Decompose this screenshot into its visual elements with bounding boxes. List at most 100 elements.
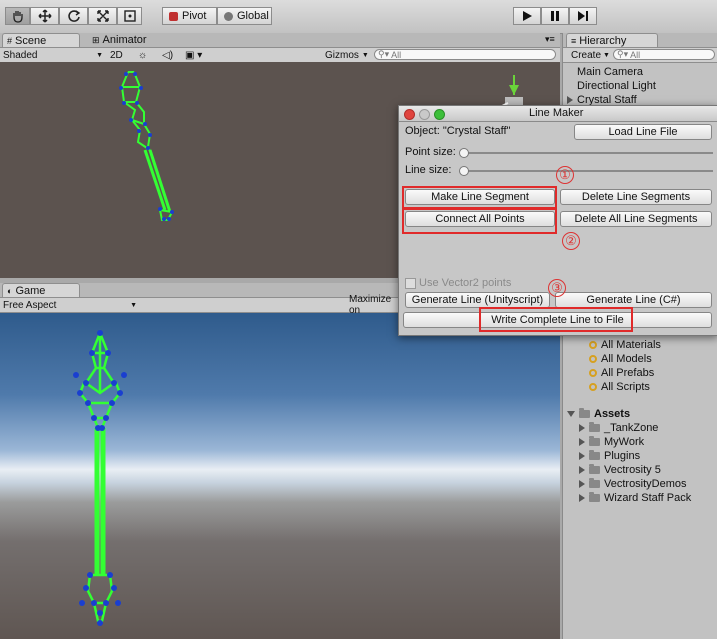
chevron-down-icon: ▼ [96, 51, 103, 59]
expand-arrow-icon[interactable] [567, 96, 573, 104]
expand-arrow-icon[interactable] [579, 424, 585, 432]
load-line-file-button[interactable]: Load Line File [574, 124, 712, 140]
checkbox-box[interactable] [405, 277, 416, 289]
folder-label: VectrosityDemos [604, 478, 687, 490]
shading-mode-dropdown[interactable]: Shaded ▼ [3, 48, 103, 62]
expand-arrow-icon[interactable] [579, 494, 585, 502]
animator-tab-label: Animator [102, 34, 147, 46]
tab-hierarchy[interactable]: ≡ Hierarchy [566, 33, 658, 47]
hierarchy-item-directional-light[interactable]: Directional Light [577, 80, 656, 92]
folder-label: Plugins [604, 450, 641, 462]
use-vector2-label: Use Vector2 points [419, 277, 512, 289]
favorite-all-prefabs[interactable]: All Prefabs [589, 367, 654, 379]
hierarchy-search-input[interactable]: ⚲▾ All [613, 49, 715, 60]
scene-tab-label: Scene [15, 34, 47, 47]
favorite-all-scripts[interactable]: All Scripts [589, 381, 650, 393]
scene-tab-icon: # [7, 35, 13, 46]
aspect-value: Free Aspect [3, 299, 57, 311]
line-size-slider[interactable] [461, 170, 713, 172]
delete-all-segments-label: Delete All Line Segments [574, 213, 698, 225]
assets-label: Assets [594, 408, 631, 420]
line-size-label: Line size: [405, 164, 452, 176]
load-button-label: Load Line File [608, 126, 678, 138]
expand-arrow-icon[interactable] [579, 466, 585, 474]
2d-mode-toggle[interactable]: 2D [110, 48, 130, 62]
chevron-down-icon: ▼ [130, 301, 137, 309]
hierarchy-controlbar: Create ▼ ⚲▾ All [563, 48, 717, 63]
create-dropdown[interactable]: Create ▼ [571, 48, 611, 62]
asset-folder-mywork[interactable]: MyWork [579, 436, 644, 448]
scene-search-input[interactable]: ⚲▾ All [374, 49, 556, 60]
step-icon [578, 11, 588, 21]
point-size-slider[interactable] [461, 152, 713, 154]
delete-all-line-segments-button[interactable]: Delete All Line Segments [560, 211, 712, 227]
aspect-dropdown[interactable]: Free Aspect ▼ [3, 298, 137, 312]
asset-folder-tankzone[interactable]: _TankZone [579, 422, 658, 434]
search-favorite-icon [589, 341, 597, 349]
pause-button[interactable] [541, 7, 569, 25]
scene-orientation-gizmo [499, 75, 523, 109]
delete-line-segments-button[interactable]: Delete Line Segments [560, 189, 712, 205]
marker-1: ① [556, 166, 574, 184]
move-tool-button[interactable] [30, 7, 59, 25]
folder-icon [589, 464, 600, 474]
audio-toggle[interactable]: ◁) [162, 48, 176, 62]
main-toolbar: Pivot Global [0, 0, 717, 34]
rect-icon [123, 10, 136, 22]
scale-tool-button[interactable] [88, 7, 117, 25]
asset-folder-vectrositydemos[interactable]: VectrosityDemos [579, 478, 687, 490]
hierarchy-tabbar: ≡ Hierarchy [563, 33, 717, 48]
hierarchy-item-main-camera[interactable]: Main Camera [577, 66, 643, 78]
asset-folder-wizard-staff-pack[interactable]: Wizard Staff Pack [579, 492, 691, 504]
line-size-slider-knob[interactable] [459, 166, 469, 176]
expand-arrow-icon[interactable] [579, 438, 585, 446]
delete-segments-label: Delete Line Segments [581, 191, 691, 203]
pivot-icon [169, 11, 178, 21]
rotate-icon [67, 10, 80, 22]
play-icon [523, 11, 532, 21]
rect-tool-button[interactable] [117, 7, 142, 25]
folder-icon [579, 408, 590, 418]
tab-scene[interactable]: # Scene [2, 33, 80, 47]
minimize-icon[interactable] [419, 109, 430, 120]
highlight-box-1 [402, 186, 557, 209]
expand-arrow-icon[interactable] [579, 452, 585, 460]
global-toggle[interactable]: Global [217, 7, 272, 25]
pivot-toggle[interactable]: Pivot [162, 7, 217, 25]
game-tab-icon: ◐ [7, 285, 13, 296]
generate-csharp-button[interactable]: Generate Line (C#) [555, 292, 712, 308]
favorite-all-materials[interactable]: All Materials [589, 339, 661, 351]
game-tab-label: Game [15, 284, 46, 297]
point-size-slider-knob[interactable] [459, 148, 469, 158]
maximize-on-play-toggle[interactable]: Maximize on [349, 294, 401, 316]
gizmos-dropdown[interactable]: Gizmos ▼ [325, 48, 370, 62]
panel-menu-icon[interactable]: ▾≡ [545, 34, 555, 45]
favorite-all-models[interactable]: All Models [589, 353, 652, 365]
marker-3: ③ [548, 279, 566, 297]
rotate-tool-button[interactable] [59, 7, 88, 25]
create-label: Create [571, 49, 602, 61]
line-maker-title: Line Maker [529, 107, 584, 119]
close-icon[interactable] [404, 109, 415, 120]
generate-unityscript-button[interactable]: Generate Line (Unityscript) [405, 292, 550, 308]
expand-arrow-icon[interactable] [579, 480, 585, 488]
collapse-arrow-icon[interactable] [567, 411, 575, 417]
chevron-down-icon: ▼ [361, 51, 369, 59]
line-maker-titlebar: Line Maker [399, 106, 717, 122]
asset-folder-plugins[interactable]: Plugins [579, 450, 640, 462]
step-button[interactable] [569, 7, 597, 25]
pause-icon [551, 11, 559, 21]
zoom-icon[interactable] [434, 109, 445, 120]
tab-animator[interactable]: ⊞ Animator [88, 33, 158, 47]
lighting-toggle[interactable]: ☼ [138, 48, 152, 62]
use-vector2-checkbox[interactable]: Use Vector2 points [405, 277, 511, 289]
assets-root-folder[interactable]: Assets [567, 408, 630, 420]
asset-folder-vectrosity5[interactable]: Vectrosity 5 [579, 464, 661, 476]
folder-icon [589, 436, 600, 446]
folder-icon [589, 492, 600, 502]
folder-icon [589, 450, 600, 460]
effects-dropdown[interactable]: ▣ ▾ [185, 48, 209, 62]
tab-game[interactable]: ◐ Game [2, 283, 80, 297]
play-button[interactable] [513, 7, 541, 25]
hand-tool-button[interactable] [5, 7, 30, 25]
